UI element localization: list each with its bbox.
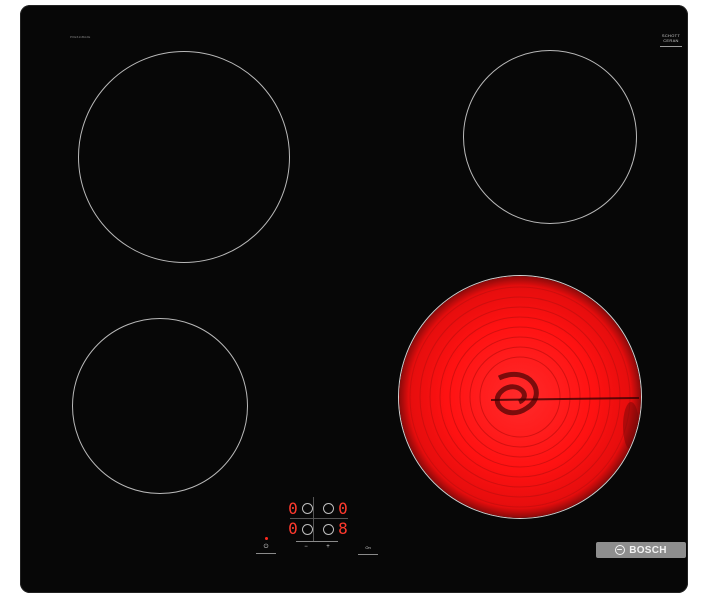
zone-divider-horizontal (290, 518, 348, 519)
zone-select-ring-bottom-right[interactable] (323, 524, 334, 535)
glass-brand-label: SCHOTT CERAN (656, 33, 686, 47)
on-label: On (365, 545, 371, 550)
on-underline (358, 554, 378, 555)
power-level-track (296, 541, 338, 542)
minus-icon: − (304, 544, 308, 550)
brand-badge: BOSCH (596, 542, 686, 558)
glass-brand-line2: CERAN (663, 38, 679, 43)
zone-select-ring-bottom-left[interactable] (302, 524, 313, 535)
brand-name: BOSCH (629, 544, 667, 556)
heated-surface (399, 276, 641, 518)
zone-display-bottom-right[interactable]: 8 (337, 521, 349, 537)
on-button[interactable]: On (358, 544, 378, 555)
cooking-zone-top-left (78, 51, 290, 263)
cooking-zone-bottom-right-heated (398, 275, 642, 519)
glass-brand-underline (660, 46, 682, 47)
zone-divider-vertical (313, 497, 314, 541)
zone-display-top-right[interactable]: 0 (337, 501, 349, 517)
cooking-zone-bottom-left (72, 318, 248, 494)
cooking-zone-top-right (463, 50, 637, 224)
zone-display-top-left[interactable]: 0 (287, 501, 299, 517)
plus-icon: + (326, 544, 330, 550)
power-icon: ⏻ (263, 544, 269, 550)
model-code: PKE611BA2E (70, 35, 91, 39)
zone-select-ring-top-right[interactable] (323, 503, 334, 514)
increase-button[interactable]: + (318, 543, 338, 551)
zone-display-bottom-left[interactable]: 0 (287, 521, 299, 537)
decrease-button[interactable]: − (296, 543, 316, 551)
zone-select-ring-top-left[interactable] (302, 503, 313, 514)
power-indicator-led (265, 537, 268, 540)
heating-coil-glow (399, 276, 641, 518)
power-underline (256, 553, 276, 554)
bosch-logo-icon (615, 545, 626, 555)
power-button[interactable]: ⏻ (256, 543, 276, 554)
